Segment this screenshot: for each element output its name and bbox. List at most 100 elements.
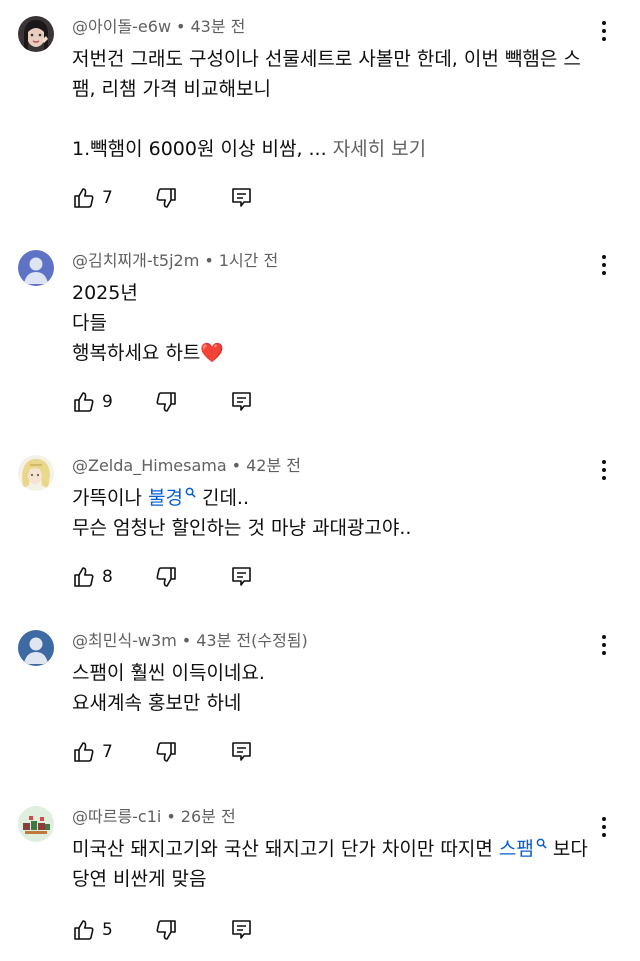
comment-text: 2025년 다들 행복하세요 하트❤️ xyxy=(72,278,602,368)
comment-actions: 7 xyxy=(72,184,272,212)
dislike-button[interactable] xyxy=(154,563,178,591)
reply-icon xyxy=(232,392,251,411)
like-button[interactable]: 8 xyxy=(72,563,113,591)
separator-dot: • xyxy=(181,631,192,650)
search-icon[interactable] xyxy=(536,838,547,849)
comment-line-blank xyxy=(72,104,602,134)
comment-actions: 5 xyxy=(72,916,272,944)
comment-actions: 8 xyxy=(72,563,272,591)
default-avatar-icon xyxy=(18,250,54,286)
comment-line: 요새계속 홍보만 하네 xyxy=(72,692,242,714)
search-link[interactable]: 스팸 xyxy=(499,838,534,860)
avatar[interactable] xyxy=(18,455,54,491)
avatar[interactable] xyxy=(18,250,54,286)
comment-line: 1.빽햄이 6000원 이상 비쌈, ... 자세히 보기 xyxy=(72,134,602,164)
like-count: 5 xyxy=(102,920,113,940)
reply-icon xyxy=(232,188,251,207)
like-button[interactable]: 7 xyxy=(72,184,113,212)
reply-button[interactable] xyxy=(230,738,254,766)
comment-line: 당연 비싼게 맞음 xyxy=(72,868,207,890)
author-name[interactable]: @Zelda_Himesama xyxy=(72,456,227,475)
comment-line: 무슨 엄청난 할인하는 것 마냥 과대광고야.. xyxy=(72,517,412,539)
dislike-button[interactable] xyxy=(154,184,178,212)
reply-button[interactable] xyxy=(230,916,254,944)
comment-meta: @김치찌개-t5j2m • 1시간 전 xyxy=(72,250,278,272)
comment-line-text: 1.빽햄이 6000원 이상 비쌈, ... xyxy=(72,138,327,160)
like-count: 7 xyxy=(102,742,113,762)
search-icon[interactable] xyxy=(185,487,196,498)
like-count: 8 xyxy=(102,567,113,587)
separator-dot: • xyxy=(231,456,242,475)
more-options-icon[interactable] xyxy=(594,632,614,660)
comment-time: 43분 전 xyxy=(190,17,246,36)
comment-line: 미국산 돼지고기와 국산 돼지고기 단가 차이만 따지면 스팸 보다 xyxy=(72,834,612,864)
comment-actions: 7 xyxy=(72,738,272,766)
like-count: 9 xyxy=(102,392,113,412)
dislike-button[interactable] xyxy=(154,738,178,766)
thumbs-up-icon xyxy=(74,188,94,208)
reply-button[interactable] xyxy=(230,563,254,591)
thumbs-up-icon xyxy=(74,392,94,412)
comment-time: 1시간 전 xyxy=(218,251,279,270)
dislike-button[interactable] xyxy=(154,916,178,944)
author-name[interactable]: @따르릉-c1i xyxy=(72,807,161,826)
like-button[interactable]: 7 xyxy=(72,738,113,766)
search-link[interactable]: 불경 xyxy=(148,487,183,509)
default-avatar-icon xyxy=(18,630,54,666)
thumbs-up-icon xyxy=(74,567,94,587)
author-name[interactable]: @김치찌개-t5j2m xyxy=(72,251,199,270)
more-options-icon[interactable] xyxy=(594,252,614,280)
thumbs-down-icon xyxy=(156,742,176,762)
comment-text-part: 미국산 돼지고기와 국산 돼지고기 단가 차이만 따지면 xyxy=(72,838,499,860)
separator-dot: • xyxy=(176,17,186,36)
comment-time: 43분 전(수정됨) xyxy=(196,631,308,650)
comment-time: 42분 전 xyxy=(246,456,301,475)
comment-line: 저번건 그래도 구성이나 선물세트로 사볼만 한데, 이번 빽햄은 스 xyxy=(72,48,581,70)
comment-text: 가뜩이나 불경 긴데.. 무슨 엄청난 할인하는 것 마냥 과대광고야.. xyxy=(72,483,602,543)
like-button[interactable]: 5 xyxy=(72,916,113,944)
comment-line: 다들 xyxy=(72,312,107,334)
thumbs-down-icon xyxy=(156,188,176,208)
author-name[interactable]: @아이돌-e6w xyxy=(72,17,171,36)
photo-avatar-icon xyxy=(18,16,54,52)
avatar[interactable] xyxy=(18,806,54,842)
comment-line: 2025년 xyxy=(72,282,138,304)
reply-button[interactable] xyxy=(230,184,254,212)
comment-text: 저번건 그래도 구성이나 선물세트로 사볼만 한데, 이번 빽햄은 스 팸, 리… xyxy=(72,44,602,164)
reply-icon xyxy=(232,742,251,761)
reply-icon xyxy=(232,567,251,586)
author-name[interactable]: @최민식-w3m xyxy=(72,631,177,650)
more-options-icon[interactable] xyxy=(594,18,614,46)
comment-line: 팸, 리챔 가격 비교해보니 xyxy=(72,78,271,100)
comment-line: 스팸이 훨씬 이득이네요. xyxy=(72,662,265,684)
comment-meta: @따르릉-c1i • 26분 전 xyxy=(72,806,236,828)
thumbs-up-icon xyxy=(74,742,94,762)
comment-text-part: 긴데.. xyxy=(195,487,250,509)
reply-icon xyxy=(232,920,251,939)
more-options-icon[interactable] xyxy=(594,457,614,485)
comment-meta: @최민식-w3m • 43분 전(수정됨) xyxy=(72,630,308,652)
comment-text: 미국산 돼지고기와 국산 돼지고기 단가 차이만 따지면 스팸 보다 당연 비싼… xyxy=(72,834,612,894)
comment-text-part: 가뜩이나 xyxy=(72,487,148,509)
thumbs-down-icon xyxy=(156,567,176,587)
dislike-button[interactable] xyxy=(154,388,178,416)
comment-line: 행복하세요 하트❤️ xyxy=(72,342,225,364)
reply-button[interactable] xyxy=(230,388,254,416)
comment-text: 스팸이 훨씬 이득이네요. 요새계속 홍보만 하네 xyxy=(72,658,602,718)
comment-meta: @Zelda_Himesama • 42분 전 xyxy=(72,455,301,477)
thumbs-down-icon xyxy=(156,392,176,412)
comment-meta: @아이돌-e6w • 43분 전 xyxy=(72,16,245,38)
anime-avatar-icon xyxy=(18,455,54,491)
avatar[interactable] xyxy=(18,16,54,52)
avatar[interactable] xyxy=(18,630,54,666)
comment-time: 26분 전 xyxy=(180,807,236,826)
thumbs-down-icon xyxy=(156,920,176,940)
comment-actions: 9 xyxy=(72,388,272,416)
separator-dot: • xyxy=(166,807,176,826)
comment-text-part: 보다 xyxy=(546,838,588,860)
thumbs-up-icon xyxy=(74,920,94,940)
like-button[interactable]: 9 xyxy=(72,388,113,416)
read-more-link[interactable]: 자세히 보기 xyxy=(333,138,426,160)
like-count: 7 xyxy=(102,188,113,208)
comment-line: 가뜩이나 불경 긴데.. xyxy=(72,483,602,513)
